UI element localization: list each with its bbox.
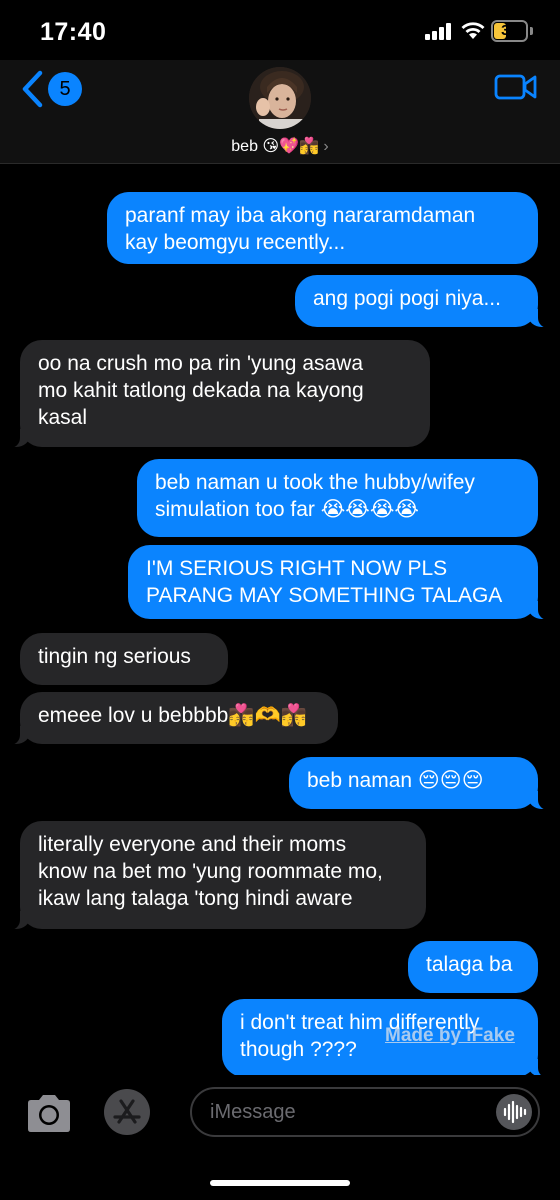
message-input-placeholder: iMessage [210,1101,296,1123]
message-bubble-incoming[interactable]: oo na crush mo pa rin 'yung asawa mo kah… [6,340,430,448]
chevron-right-icon: › [323,138,329,155]
app-store-icon [113,1099,141,1124]
app-store-button[interactable] [104,1089,150,1135]
watermark: Made by iFake [385,1025,515,1046]
status-time: 17:40 [40,18,107,46]
message-bubble-outgoing[interactable]: ang pogi pogi niya... [295,275,552,328]
cellular-signal-icon [425,22,455,40]
audio-message-button[interactable] [496,1094,532,1130]
home-indicator[interactable] [210,1180,350,1186]
battery-level: 37 [501,22,518,39]
message-bubble-outgoing[interactable]: paranf may iba akong nararamdaman kay be… [107,192,538,264]
back-button[interactable]: 5 [20,70,84,108]
message-bubble-incoming[interactable]: literally everyone and their moms know n… [6,821,426,930]
contact-name: beb 😘💖👩‍❤️‍💋‍👨 [231,138,319,155]
message-bubble-incoming[interactable]: tingin ng serious [20,633,228,685]
message-bubble-outgoing[interactable]: beb naman 😔😔😔 [289,757,552,810]
waveform-icon [503,1100,527,1124]
camera-button[interactable] [24,1091,74,1135]
message-bubble-outgoing[interactable]: talaga ba [408,941,538,993]
avatar[interactable] [249,67,311,129]
wifi-icon [460,20,486,45]
message-bubble-outgoing[interactable]: I'M SERIOUS RIGHT NOW PLS PARANG MAY SOM… [128,545,552,620]
message-input[interactable]: iMessage [190,1087,540,1137]
camera-icon [28,1095,70,1132]
chevron-left-icon [22,70,43,108]
unread-count-badge: 5 [48,72,82,106]
status-bar: 17:40 37 [0,0,560,60]
video-call-button[interactable] [494,72,538,102]
input-bar: iMessage [0,1075,560,1200]
message-thread: paranf may iba akong nararamdaman kay be… [0,164,560,1078]
conversation-header: 5 beb 😘💖👩‍❤️‍💋‍👨 › [0,60,560,164]
message-bubble-incoming[interactable]: emeee lov u bebbbb👩‍❤️‍💋‍👨🫶👩‍❤️‍💋‍👨 [6,692,338,745]
message-bubble-outgoing[interactable]: beb naman u took the hubby/wifey simulat… [137,459,538,537]
contact-name-button[interactable]: beb 😘💖👩‍❤️‍💋‍👨 › [0,136,560,156]
video-camera-icon [494,74,537,100]
battery-icon: 37 [491,20,528,42]
